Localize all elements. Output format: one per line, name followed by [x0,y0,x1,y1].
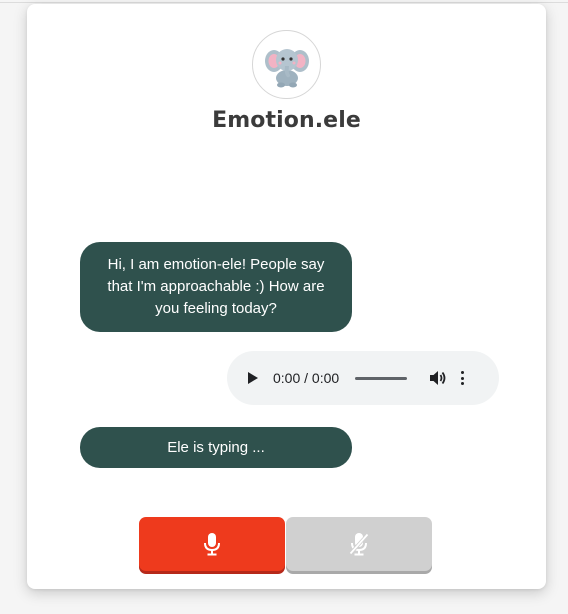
elephant-icon [264,48,309,87]
avatar [252,30,321,99]
play-icon[interactable] [247,371,261,385]
stop-record-button[interactable] [286,517,432,571]
audio-progress-bar[interactable] [355,376,408,380]
bot-message: Hi, I am emotion-ele! People say that I'… [80,242,352,332]
typing-indicator: Ele is typing ... [80,427,352,468]
audio-time: 0:00 / 0:00 [273,370,340,386]
microphone-off-icon [348,532,370,556]
top-divider [0,2,568,3]
microphone-icon [204,533,220,556]
audio-player[interactable]: 0:00 / 0:00 [227,351,499,405]
record-button[interactable] [139,517,285,571]
app-title: Emotion.ele [212,108,361,133]
more-options-icon[interactable] [461,371,465,385]
volume-icon[interactable] [429,370,447,386]
chat-card: Emotion.ele Hi, I am emotion-ele! People… [27,4,546,589]
